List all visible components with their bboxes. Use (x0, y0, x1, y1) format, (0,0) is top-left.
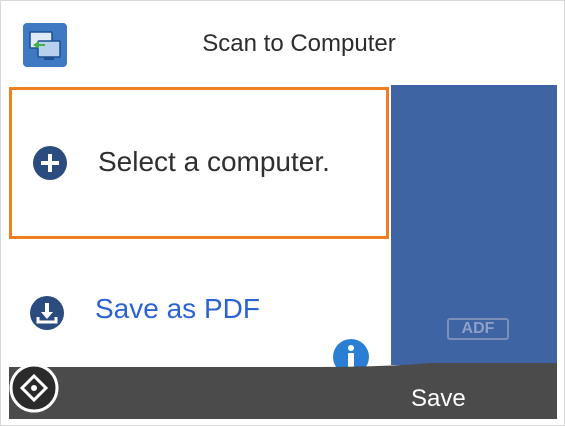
save-as-pdf-item[interactable]: Save as PDF (9, 255, 389, 375)
save-label: Save (411, 385, 466, 412)
main-content: Select a computer. Save as PDF ADF (9, 85, 557, 375)
start-button[interactable] (9, 363, 59, 413)
select-computer-label: Select a computer. (98, 146, 330, 177)
header: Scan to Computer (9, 9, 557, 79)
download-icon (30, 296, 64, 330)
bottom-bar: Save (9, 363, 557, 419)
adf-indicator: ADF (447, 318, 509, 340)
save-as-pdf-label: Save as PDF (95, 293, 260, 324)
printer-lcd-screen: Scan to Computer Select a computer. Save… (0, 0, 565, 426)
scan-to-computer-icon (23, 23, 67, 67)
plus-circle-icon (33, 146, 67, 180)
page-title: Scan to Computer (202, 30, 396, 57)
bottom-bar-background (9, 363, 557, 419)
select-computer-item[interactable]: Select a computer. (9, 87, 389, 239)
